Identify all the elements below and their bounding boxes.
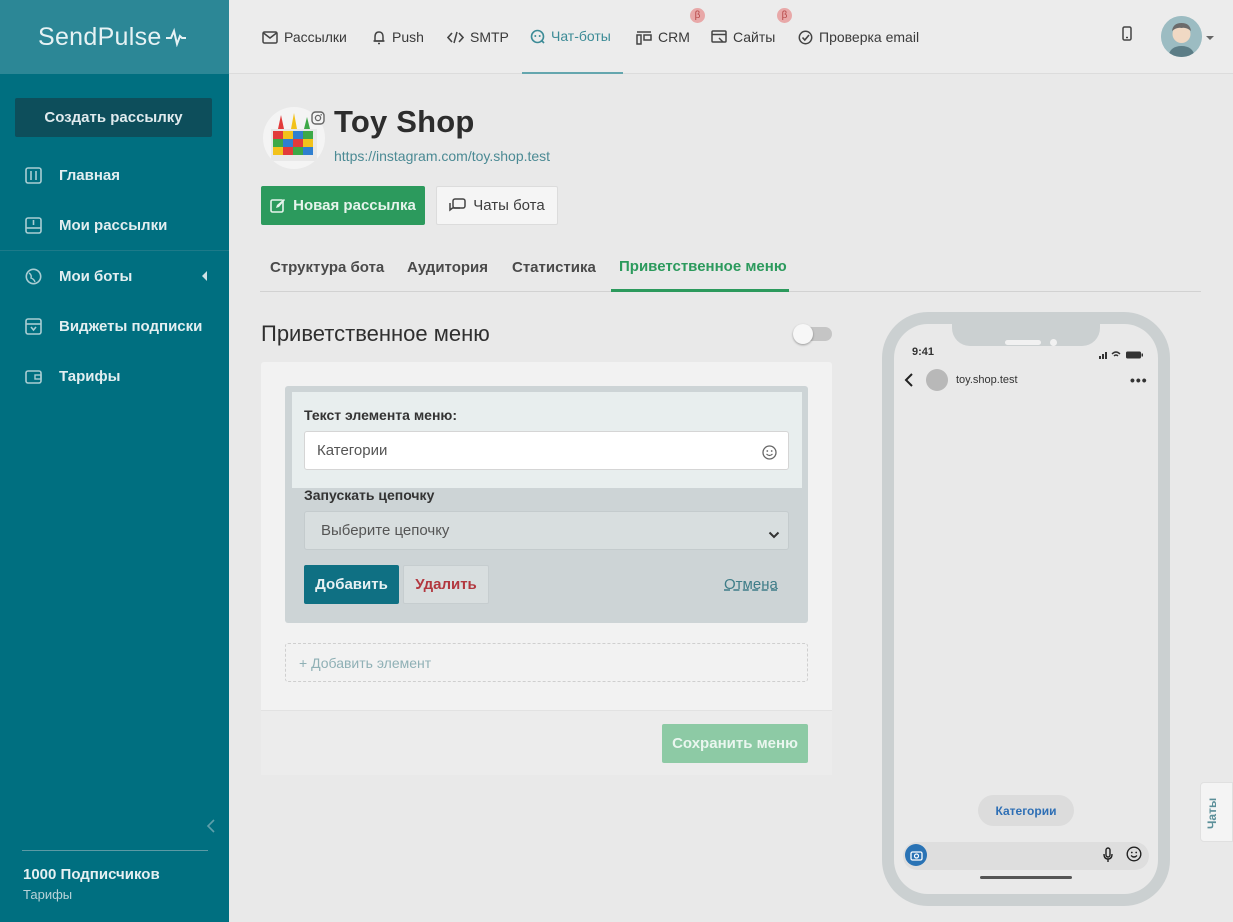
cancel-link[interactable]: Отмена [724, 576, 778, 593]
check-circle-icon [798, 30, 813, 45]
sidebar-item-label: Мои боты [59, 267, 133, 285]
chevron-down-icon [768, 526, 780, 543]
tab-bot-structure[interactable]: Структура бота [270, 243, 384, 291]
nav-smtp[interactable]: SMTP [447, 0, 509, 74]
phone-preview: 9:41 toy.shop.test ••• Категории [882, 312, 1170, 906]
site-icon [711, 30, 727, 44]
bot-tabs: Структура бота Аудитория Статистика Прив… [260, 243, 1201, 292]
nav-crm[interactable]: CRM [636, 0, 690, 74]
status-bar-icons [1099, 347, 1147, 365]
top-navigation: Рассылки Push SMTP Чат-боты CRM β Сайты … [229, 0, 1233, 74]
code-icon [447, 31, 464, 44]
chat-username: toy.shop.test [956, 374, 1018, 386]
toggle-knob [793, 324, 813, 344]
section-title: Приветственное меню [261, 321, 490, 346]
chats-side-tab[interactable]: Чаты [1200, 782, 1233, 842]
bot-chats-button[interactable]: Чаты бота [436, 186, 558, 225]
sticker-icon [1126, 846, 1142, 867]
tab-welcome-menu[interactable]: Приветственное меню [611, 243, 789, 292]
save-menu-button[interactable]: Сохранить меню [662, 724, 808, 763]
sidebar-item-label: Главная [59, 166, 121, 184]
sidebar-item-label: Мои рассылки [59, 216, 168, 234]
tab-statistics[interactable]: Статистика [512, 243, 596, 291]
chain-label: Запускать цепочку [304, 487, 435, 503]
nav-push[interactable]: Push [372, 0, 424, 74]
logo-text: SendPulse [38, 22, 162, 51]
chain-select[interactable]: Выберите цепочку [304, 511, 789, 550]
quick-reply-chip: Категории [978, 795, 1074, 826]
new-mailing-button[interactable]: Новая рассылка [261, 186, 425, 225]
sidebar-item-tariffs[interactable]: Тарифы [0, 351, 229, 401]
menu-item-text-input[interactable]: Категории [304, 431, 789, 470]
tab-audience[interactable]: Аудитория [407, 243, 488, 291]
chatbot-icon [530, 29, 545, 44]
user-avatar[interactable] [1161, 16, 1202, 57]
beta-badge: β [777, 8, 792, 23]
more-dots-icon: ••• [1130, 372, 1148, 388]
phone-camera [1050, 339, 1057, 346]
home-icon [24, 166, 42, 184]
logo[interactable]: SendPulse [0, 0, 229, 74]
nav-label: Сайты [733, 29, 776, 45]
phone-time: 9:41 [912, 346, 935, 358]
add-button[interactable]: Добавить [304, 565, 399, 604]
bot-url-link[interactable]: https://instagram.com/toy.shop.test [334, 148, 550, 164]
pulse-icon [165, 27, 186, 47]
sidebar: SendPulse Создать рассылку Главная Мои р… [0, 0, 229, 922]
sidebar-bottom-divider [22, 850, 208, 851]
create-mailing-button[interactable]: Создать рассылку [15, 98, 212, 137]
phone-speaker [1005, 340, 1041, 345]
caret-down-icon[interactable] [1206, 36, 1214, 40]
sidebar-item-bots[interactable]: Мои боты [0, 251, 229, 301]
delete-button[interactable]: Удалить [403, 565, 489, 604]
nav-email-check[interactable]: Проверка email [798, 0, 919, 74]
camera-icon [905, 844, 927, 866]
envelope-icon [262, 30, 278, 44]
nav-label: Проверка email [819, 29, 920, 45]
sidebar-item-label: Тарифы [59, 367, 121, 385]
nav-chatbots[interactable]: Чат-боты [522, 0, 623, 74]
chain-select-value: Выберите цепочку [321, 522, 450, 539]
nav-label: SMTP [470, 29, 509, 45]
nav-label: Рассылки [284, 29, 347, 45]
wallet-icon [24, 367, 42, 385]
bot-name: Toy Shop [334, 104, 475, 139]
sidebar-item-mailings[interactable]: Мои рассылки [0, 200, 229, 250]
tariffs-link[interactable]: Тарифы [23, 887, 72, 902]
nav-mailings[interactable]: Рассылки [262, 0, 347, 74]
button-label: Чаты бота [473, 197, 545, 214]
mobile-app-icon[interactable] [1122, 26, 1132, 46]
globe-icon [24, 267, 42, 285]
nav-sites[interactable]: Сайты [711, 0, 775, 74]
add-element-button[interactable]: + Добавить элемент [285, 643, 808, 682]
edit-icon [270, 198, 286, 214]
microphone-icon [1103, 847, 1113, 868]
beta-badge: β [690, 8, 705, 23]
subscribers-count: 1000 Подписчиков [23, 866, 160, 883]
menu-item-text-label: Текст элемента меню: [304, 407, 458, 423]
bell-icon [372, 30, 386, 45]
home-indicator [980, 876, 1072, 879]
expand-arrow-icon[interactable] [202, 271, 207, 281]
nav-label: Чат-боты [551, 28, 611, 44]
collapse-sidebar-icon[interactable] [206, 818, 216, 839]
instagram-icon [311, 111, 325, 125]
crm-icon [636, 30, 652, 45]
welcome-menu-toggle[interactable] [793, 324, 832, 344]
phone-screen: 9:41 toy.shop.test ••• Категории [894, 324, 1158, 894]
sidebar-item-label: Виджеты подписки [59, 317, 203, 335]
widget-icon [24, 317, 42, 335]
button-label: Новая рассылка [293, 197, 416, 214]
sidebar-item-widgets[interactable]: Виджеты подписки [0, 301, 229, 351]
back-arrow-icon [904, 372, 914, 393]
nav-label: CRM [658, 29, 690, 45]
chats-side-tab-label: Чаты [1205, 797, 1219, 829]
sidebar-item-home[interactable]: Главная [0, 150, 229, 200]
chat-bubbles-icon [449, 198, 466, 213]
nav-label: Push [392, 29, 424, 45]
emoji-icon[interactable] [762, 445, 777, 465]
chat-avatar [926, 369, 948, 391]
mail-tray-icon [24, 216, 42, 234]
